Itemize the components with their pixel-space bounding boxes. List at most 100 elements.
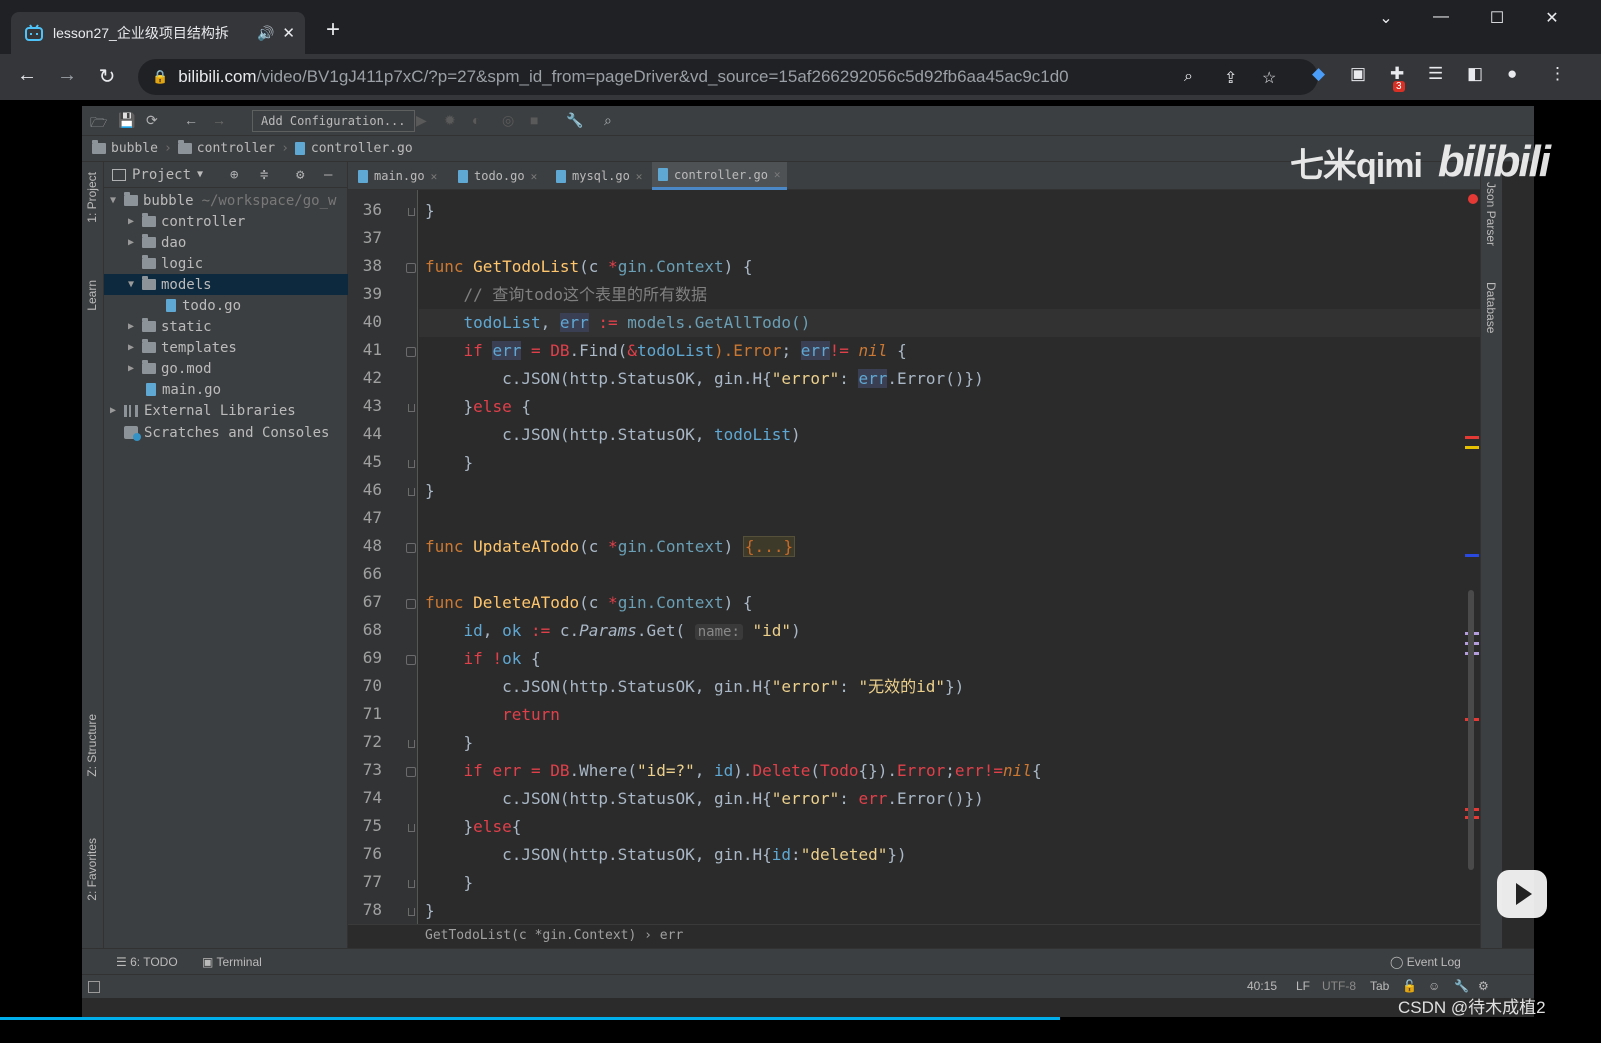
- collapsed-arrow-icon[interactable]: ▶: [124, 342, 138, 353]
- editor-tab-todo-go[interactable]: todo.go ✕: [452, 162, 543, 190]
- fold-end-marker[interactable]: [408, 824, 415, 832]
- tree-item-bubble[interactable]: ▼ bubble ~/workspace/go_w: [104, 190, 348, 211]
- fold-end-marker[interactable]: [408, 740, 415, 748]
- forward-button[interactable]: →: [54, 64, 80, 87]
- tool-tab-project[interactable]: 1: Project: [85, 172, 99, 223]
- close-icon[interactable]: ✕: [531, 170, 538, 183]
- inspector-icon[interactable]: ☺: [1428, 979, 1440, 993]
- tree-item-dao[interactable]: ▶ dao: [104, 232, 348, 253]
- minimize-button[interactable]: —: [1421, 8, 1461, 26]
- video-progress-bar[interactable]: [0, 1017, 1060, 1020]
- tree-item-main-go[interactable]: main.go: [104, 379, 348, 400]
- tool-tab-favorites[interactable]: 2: Favorites: [85, 838, 99, 901]
- play-icon[interactable]: [1497, 870, 1547, 918]
- chevron-down-icon[interactable]: ▼: [197, 169, 203, 180]
- run-icon[interactable]: ▶: [416, 112, 427, 129]
- share-icon[interactable]: ⇪: [1224, 68, 1237, 88]
- search-icon[interactable]: ⌕: [604, 112, 612, 129]
- project-panel-title[interactable]: Project: [132, 167, 191, 183]
- indent-style[interactable]: Tab: [1370, 979, 1389, 993]
- error-stripe-marker[interactable]: [1465, 436, 1479, 439]
- new-tab-button[interactable]: +: [326, 18, 340, 42]
- fold-marker[interactable]: [406, 347, 416, 357]
- side-panel-icon[interactable]: ◧: [1467, 64, 1483, 84]
- close-icon[interactable]: ✕: [282, 24, 295, 42]
- nav-back-icon[interactable]: ←: [184, 112, 198, 128]
- tree-item-templates[interactable]: ▶ templates: [104, 337, 348, 358]
- expanded-arrow-icon[interactable]: ▼: [106, 195, 120, 206]
- tree-item-scratches[interactable]: Scratches and Consoles: [104, 422, 348, 443]
- reading-list-icon[interactable]: ☰: [1428, 64, 1443, 84]
- fold-marker[interactable]: [406, 543, 416, 553]
- profile-icon[interactable]: ◎: [502, 112, 514, 129]
- expanded-arrow-icon[interactable]: ▼: [124, 279, 138, 290]
- chevron-down-icon[interactable]: ⌄: [1366, 8, 1406, 28]
- kebab-menu-icon[interactable]: ⋮: [1549, 64, 1566, 84]
- speaker-icon[interactable]: 🔊: [257, 25, 274, 42]
- close-icon[interactable]: ✕: [636, 170, 643, 183]
- bookmark-star-icon[interactable]: ☆: [1262, 68, 1276, 88]
- tree-item-external-libraries[interactable]: ▶ External Libraries: [104, 400, 348, 421]
- line-separator[interactable]: LF: [1296, 979, 1310, 993]
- hide-icon[interactable]: —: [324, 167, 332, 183]
- file-encoding[interactable]: UTF-8: [1322, 979, 1356, 993]
- debug-icon[interactable]: ✹: [444, 112, 456, 129]
- window-close-button[interactable]: ✕: [1532, 8, 1572, 28]
- error-indicator-icon[interactable]: [1468, 194, 1478, 204]
- lock-icon[interactable]: 🔓: [1402, 979, 1417, 993]
- tool-tab-structure[interactable]: Z: Structure: [85, 714, 99, 777]
- tree-item-models[interactable]: ▼ models: [104, 274, 348, 295]
- collapse-all-icon[interactable]: ≑: [260, 167, 268, 183]
- collapsed-arrow-icon[interactable]: ▶: [106, 405, 120, 416]
- close-icon[interactable]: ✕: [431, 170, 438, 183]
- breadcrumb-item[interactable]: bubble: [92, 140, 158, 156]
- caret-position[interactable]: 40:15: [1247, 979, 1277, 993]
- tree-item-go-mod[interactable]: ▶ go.mod: [104, 358, 348, 379]
- warning-stripe-marker[interactable]: [1465, 446, 1479, 449]
- fold-end-marker[interactable]: [408, 460, 415, 468]
- zoom-icon[interactable]: ⌕: [1184, 68, 1193, 86]
- fold-end-marker[interactable]: [408, 880, 415, 888]
- tool-tab-learn[interactable]: Learn: [85, 280, 99, 311]
- extension-shield-icon[interactable]: ◆: [1312, 64, 1325, 84]
- fold-marker[interactable]: [406, 263, 416, 273]
- memory-icon[interactable]: ⚙: [1478, 979, 1489, 993]
- add-configuration-button[interactable]: Add Configuration...: [252, 110, 415, 132]
- collapsed-arrow-icon[interactable]: ▶: [124, 321, 138, 332]
- info-stripe-marker[interactable]: [1465, 554, 1479, 557]
- editor-scrollbar[interactable]: [1468, 590, 1474, 870]
- fold-marker[interactable]: [406, 767, 416, 777]
- profile-avatar-icon[interactable]: ●: [1507, 64, 1517, 84]
- extensions-puzzle-icon[interactable]: ✚: [1390, 64, 1404, 84]
- fold-marker[interactable]: [406, 655, 416, 665]
- editor-tab-main-go[interactable]: main.go ✕: [352, 162, 443, 190]
- fold-end-marker[interactable]: [408, 404, 415, 412]
- collapsed-arrow-icon[interactable]: ▶: [124, 216, 138, 227]
- coverage-icon[interactable]: ◐: [472, 112, 480, 128]
- terminal-tool-button[interactable]: ▣ Terminal: [202, 955, 262, 969]
- fold-end-marker[interactable]: [408, 908, 415, 916]
- fold-end-marker[interactable]: [408, 488, 415, 496]
- reload-button[interactable]: ↻: [94, 64, 120, 89]
- locate-icon[interactable]: ⊕: [230, 167, 238, 183]
- breadcrumb-item[interactable]: controller: [177, 140, 275, 156]
- back-button[interactable]: ←: [14, 64, 40, 87]
- collapsed-block[interactable]: {...}: [742, 536, 796, 557]
- address-bar[interactable]: 🔒 bilibili.com/video/BV1gJ411p7xC/?p=27&…: [138, 59, 1318, 95]
- tool-tab-database[interactable]: Database: [1484, 282, 1498, 333]
- save-icon[interactable]: 💾: [118, 112, 135, 129]
- close-icon[interactable]: ✕: [774, 168, 781, 181]
- wrench-icon[interactable]: 🔧: [566, 112, 583, 129]
- sync-icon[interactable]: ⟳: [146, 112, 158, 129]
- extension-screen-icon[interactable]: ▣: [1350, 64, 1366, 84]
- todo-tool-button[interactable]: ☰ 6: TODO: [116, 955, 178, 969]
- nav-forward-icon[interactable]: →: [212, 112, 226, 128]
- collapsed-arrow-icon[interactable]: ▶: [124, 363, 138, 374]
- fold-end-marker[interactable]: [408, 208, 415, 216]
- maximize-button[interactable]: ☐: [1477, 8, 1517, 28]
- editor-breadcrumb[interactable]: GetTodoList(c *gin.Context) › err: [348, 924, 1480, 948]
- tree-item-static[interactable]: ▶ static: [104, 316, 348, 337]
- fold-marker[interactable]: [406, 599, 416, 609]
- tree-item-controller[interactable]: ▶ controller: [104, 211, 348, 232]
- stop-icon[interactable]: ■: [530, 112, 538, 128]
